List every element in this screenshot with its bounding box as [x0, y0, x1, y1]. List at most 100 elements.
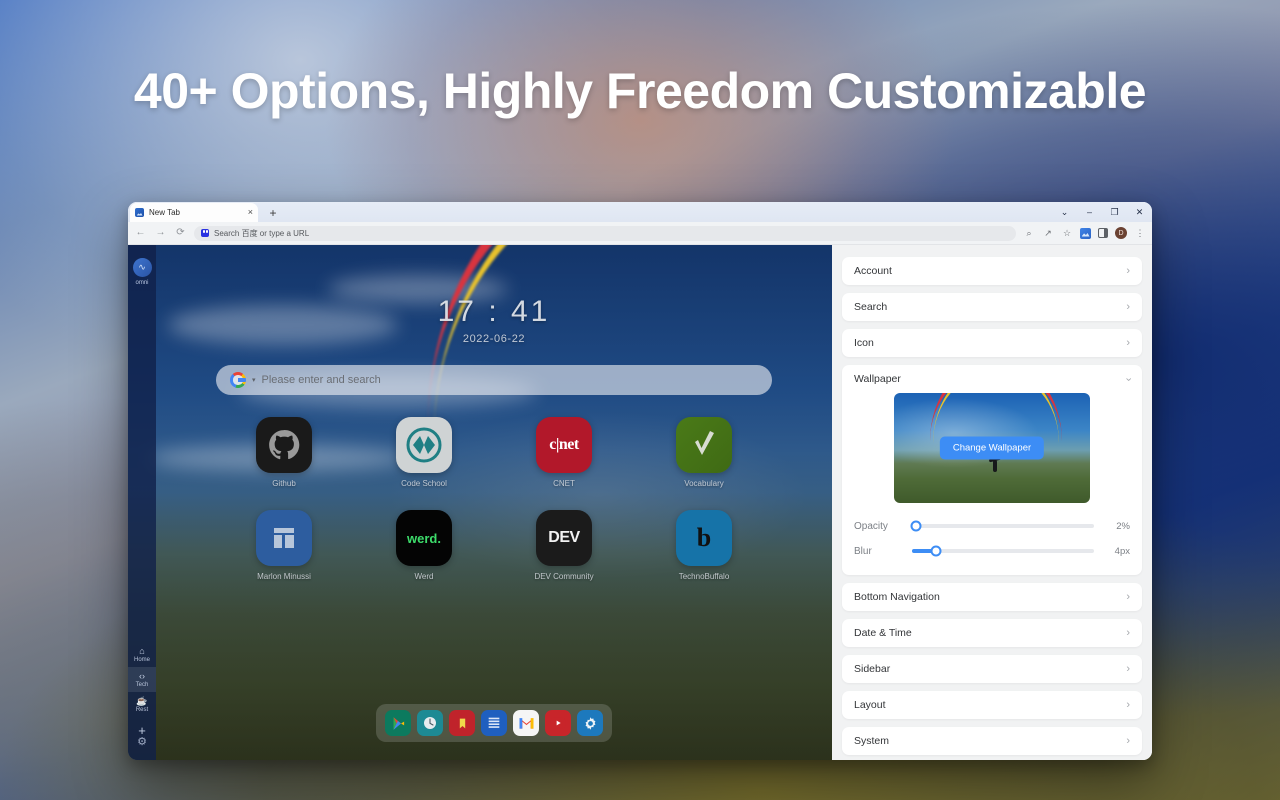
address-bar[interactable]: Search 百度 or type a URL — [194, 225, 1016, 241]
omni-logo-icon[interactable]: ∿ — [132, 258, 152, 277]
opacity-slider-row: Opacity 2% — [854, 515, 1130, 537]
gmail-icon[interactable] — [513, 710, 539, 736]
forward-button[interactable]: → — [154, 227, 167, 240]
sidebar-item-tech[interactable]: ‹› Tech — [128, 667, 156, 692]
shortcut-marlon-minussi[interactable]: Marlon Minussi — [256, 510, 312, 581]
reading-list-icon[interactable] — [481, 710, 507, 736]
settings-row-label: Icon — [854, 337, 874, 349]
settings-card-icon[interactable]: Icon › — [842, 329, 1142, 357]
settings-row-wallpaper[interactable]: Wallpaper › — [842, 365, 1142, 393]
add-group-button[interactable]: + — [138, 717, 146, 737]
dev-community-icon: DEV — [536, 510, 592, 566]
shortcut-code-school[interactable]: Code School — [396, 417, 452, 488]
bookmark-star-icon[interactable]: ☆ — [1061, 227, 1073, 239]
settings-row-bottom-navigation[interactable]: Bottom Navigation › — [842, 583, 1142, 611]
back-button[interactable]: ← — [134, 227, 147, 240]
blur-value: 4px — [1114, 545, 1130, 557]
history-clock-icon[interactable] — [417, 710, 443, 736]
shortcut-werd[interactable]: werd. Werd — [396, 510, 452, 581]
tab-title: New Tab — [149, 208, 180, 217]
shortcut-label: Github — [272, 479, 296, 488]
settings-row-label: Search — [854, 301, 888, 313]
settings-row-system[interactable]: System › — [842, 727, 1142, 755]
settings-card-system[interactable]: System › — [842, 727, 1142, 755]
new-tab-button[interactable]: + — [264, 204, 282, 222]
extension-icon[interactable] — [1080, 227, 1091, 239]
settings-gear-icon[interactable] — [577, 710, 603, 736]
search-input-placeholder: Please enter and search — [261, 374, 381, 386]
zoom-icon[interactable]: ⌕ — [1023, 227, 1035, 239]
settings-row-layout[interactable]: Layout › — [842, 691, 1142, 719]
settings-card-layout[interactable]: Layout › — [842, 691, 1142, 719]
chevron-right-icon: › — [1126, 590, 1130, 603]
settings-row-account[interactable]: Account › — [842, 257, 1142, 285]
settings-card-account[interactable]: Account › — [842, 257, 1142, 285]
opacity-slider[interactable] — [910, 520, 1094, 532]
blur-slider[interactable] — [912, 545, 1094, 557]
sidebar-item-rest[interactable]: ☕ Rest — [128, 692, 156, 717]
share-icon[interactable]: ↗ — [1042, 227, 1054, 239]
chevron-down-icon[interactable]: ⌄ — [1052, 202, 1077, 222]
ntp-main-column: 17 : 41 2022-06-22 ▾ Please enter and se… — [156, 245, 832, 760]
chevron-right-icon: › — [1126, 698, 1130, 711]
github-icon — [256, 417, 312, 473]
settings-card-sidebar[interactable]: Sidebar › — [842, 655, 1142, 683]
sidebar-item-home[interactable]: ⌂ Home — [128, 642, 156, 667]
clock-date: 2022-06-22 — [462, 333, 526, 345]
browser-content: ∿ omni ⌂ Home ‹› Tech ☕ Rest + ⚙ 17: 41… — [128, 245, 1152, 760]
coffee-cup-icon: ☕ — [136, 696, 148, 706]
close-button[interactable]: ✕ — [1127, 202, 1152, 222]
tab-close-icon[interactable]: × — [248, 208, 253, 217]
blur-slider-knob[interactable] — [930, 545, 942, 557]
settings-card-date-time[interactable]: Date & Time › — [842, 619, 1142, 647]
marlon-minussi-icon — [256, 510, 312, 566]
tab-new-tab[interactable]: New Tab × — [130, 203, 258, 222]
chevron-down-icon[interactable]: ▾ — [252, 377, 256, 384]
side-panel-icon[interactable] — [1098, 228, 1108, 238]
shortcut-label: CNET — [553, 479, 575, 488]
browser-menu-icon[interactable]: ⋮ — [1134, 227, 1146, 239]
chevron-right-icon: › — [1126, 264, 1130, 277]
shortcut-label: Marlon Minussi — [257, 572, 311, 581]
maximize-button[interactable]: ❐ — [1102, 202, 1127, 222]
minimize-button[interactable]: – — [1077, 202, 1102, 222]
bottom-dock — [376, 704, 612, 742]
shortcut-dev-community[interactable]: DEV DEV Community — [534, 510, 594, 581]
google-logo-icon — [230, 372, 246, 388]
wallpaper-body: Change Wallpaper Opacity 2% Blur 4px — [842, 393, 1142, 575]
avatar[interactable]: D — [1115, 227, 1127, 239]
shortcut-technobuffalo[interactable]: b TechnoBuffalo — [676, 510, 732, 581]
bookmark-icon[interactable] — [449, 710, 475, 736]
wallpaper-preview[interactable]: Change Wallpaper — [894, 393, 1090, 503]
settings-row-date-time[interactable]: Date & Time › — [842, 619, 1142, 647]
ntp-search-bar[interactable]: ▾ Please enter and search — [216, 365, 772, 395]
settings-row-search[interactable]: Search › — [842, 293, 1142, 321]
play-store-icon[interactable] — [385, 710, 411, 736]
gear-icon[interactable]: ⚙ — [137, 737, 147, 748]
shortcut-cnet[interactable]: c|net CNET — [536, 417, 592, 488]
chevron-right-icon: › — [1126, 734, 1130, 747]
shortcut-vocabulary[interactable]: Vocabulary — [676, 417, 732, 488]
youtube-icon[interactable] — [545, 710, 571, 736]
settings-row-label: Account — [854, 265, 892, 277]
settings-row-label: Bottom Navigation — [854, 591, 940, 603]
shortcut-label: DEV Community — [534, 572, 594, 581]
page-title: 40+ Options, Highly Freedom Customizable — [133, 63, 1147, 119]
reload-button[interactable]: ⟳ — [174, 227, 187, 240]
clock-time: 17 : 41 — [437, 295, 551, 328]
settings-card-search[interactable]: Search › — [842, 293, 1142, 321]
shortcut-label: Werd — [414, 572, 434, 581]
settings-row-sidebar[interactable]: Sidebar › — [842, 655, 1142, 683]
opacity-slider-knob[interactable] — [910, 520, 922, 532]
opacity-value: 2% — [1116, 520, 1130, 532]
address-bar-text: Search 百度 or type a URL — [214, 228, 310, 238]
change-wallpaper-button[interactable]: Change Wallpaper — [939, 436, 1045, 460]
settings-card-bottom-navigation[interactable]: Bottom Navigation › — [842, 583, 1142, 611]
shortcut-github[interactable]: Github — [256, 417, 312, 488]
sidebar-item-label: Rest — [135, 707, 149, 713]
ntp-sidebar: ∿ omni ⌂ Home ‹› Tech ☕ Rest + ⚙ — [128, 245, 156, 760]
chevron-right-icon: › — [1126, 336, 1130, 349]
settings-row-icon[interactable]: Icon › — [842, 329, 1142, 357]
settings-row-label: Wallpaper — [854, 373, 901, 385]
blur-slider-row: Blur 4px — [854, 540, 1130, 562]
